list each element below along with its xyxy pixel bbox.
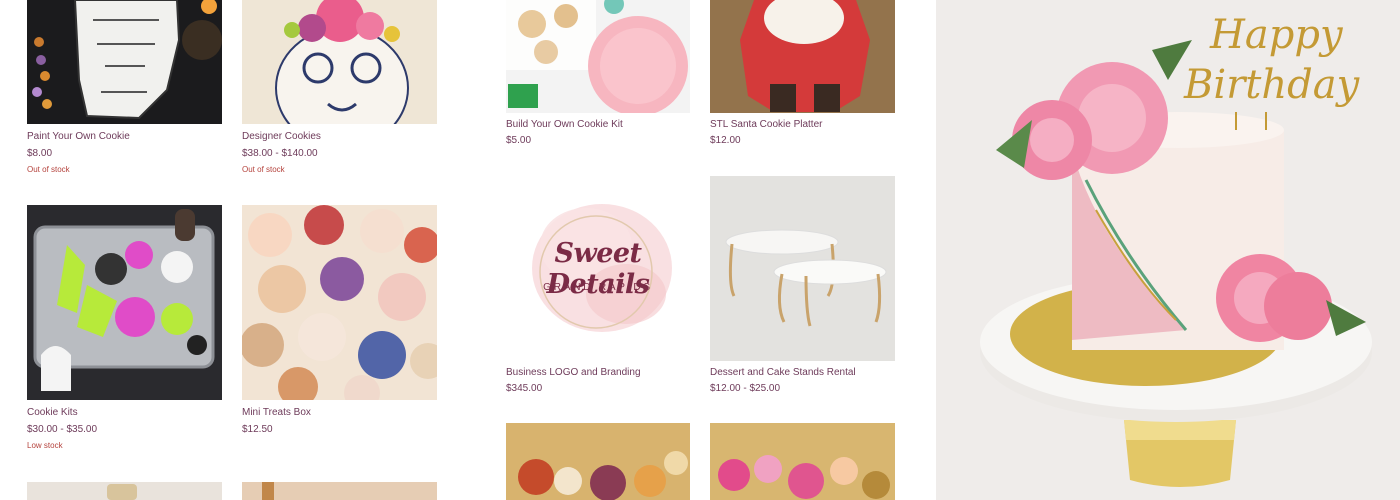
cake-topper-line2: Birthday: [1184, 62, 1360, 108]
cake-topper-line1: Happy: [1210, 12, 1343, 58]
hero-cake-image: Happy Birthday: [936, 0, 1400, 500]
product-card[interactable]: Designer Cookies $38.00 - $140.00 Out of…: [242, 0, 437, 180]
product-name[interactable]: STL Santa Cookie Platter: [710, 119, 822, 130]
product-grid-middle: Build Your Own Cookie Kit $5.00 STL Sant…: [470, 0, 936, 500]
product-image[interactable]: [506, 423, 690, 500]
logo-subtitle: GRAND RAPIDS: [543, 282, 653, 293]
stock-status: Out of stock: [242, 165, 285, 174]
product-name[interactable]: Build Your Own Cookie Kit: [506, 119, 623, 130]
stock-status: Out of stock: [27, 165, 70, 174]
product-image[interactable]: [27, 482, 222, 500]
product-card[interactable]: Build Your Own Cookie Kit $5.00: [506, 0, 690, 150]
product-image[interactable]: [710, 423, 895, 500]
product-name[interactable]: Paint Your Own Cookie: [27, 131, 130, 142]
product-price: $30.00 - $35.00: [27, 424, 98, 435]
product-price: $12.50: [242, 424, 273, 435]
product-card[interactable]: Dessert and Cake Stands Rental $12.00 - …: [710, 176, 895, 396]
product-card[interactable]: STL Santa Cookie Platter $12.00: [710, 0, 895, 150]
brand-logo-image: Sweet Details GRAND RAPIDS: [506, 176, 690, 360]
product-name[interactable]: Business LOGO and Branding: [506, 367, 641, 378]
product-name[interactable]: Designer Cookies: [242, 131, 321, 142]
stock-status: Low stock: [27, 441, 63, 450]
product-card[interactable]: Mini Treats Box $12.50: [242, 205, 437, 445]
product-image[interactable]: [506, 0, 690, 113]
product-name[interactable]: Dessert and Cake Stands Rental: [710, 367, 856, 378]
product-grid-left: Paint Your Own Cookie $8.00 Out of stock…: [0, 0, 470, 500]
product-image[interactable]: [27, 205, 222, 400]
product-price: $38.00 - $140.00: [242, 148, 318, 159]
product-card[interactable]: Cookie Kits $30.00 - $35.00 Low stock: [27, 205, 222, 455]
product-name[interactable]: Mini Treats Box: [242, 407, 311, 418]
product-image[interactable]: [710, 176, 895, 361]
product-price: $12.00 - $25.00: [710, 383, 781, 394]
product-image-detail: [107, 484, 137, 500]
product-price: $345.00: [506, 383, 543, 394]
product-image[interactable]: Sweet Details GRAND RAPIDS: [506, 176, 690, 360]
product-price: $12.00: [710, 135, 741, 146]
product-image[interactable]: [710, 0, 895, 113]
product-price: $5.00: [506, 135, 532, 146]
product-card[interactable]: Sweet Details GRAND RAPIDS Business LOGO…: [506, 176, 690, 396]
product-name[interactable]: Cookie Kits: [27, 407, 78, 418]
product-image-detail: [262, 482, 274, 500]
product-image[interactable]: [242, 0, 437, 124]
product-image[interactable]: [242, 205, 437, 400]
product-price: $8.00: [27, 148, 53, 159]
product-image[interactable]: [242, 482, 437, 500]
product-image[interactable]: [27, 0, 222, 124]
product-card[interactable]: Paint Your Own Cookie $8.00 Out of stock: [27, 0, 222, 180]
